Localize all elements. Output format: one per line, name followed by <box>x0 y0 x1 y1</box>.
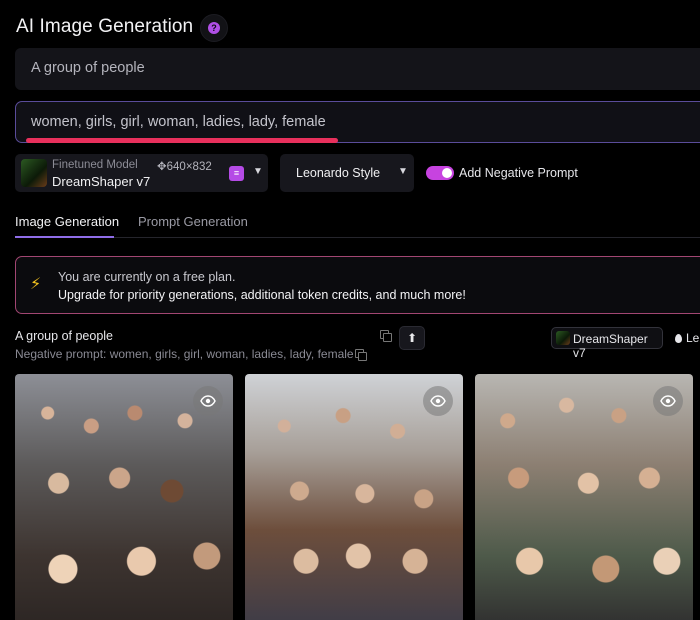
style-select[interactable]: Leonardo Style ▼ <box>280 154 414 192</box>
model-chip: DreamShaper v7 <box>551 327 663 360</box>
copy-icon[interactable] <box>380 330 392 342</box>
model-chip-thumbnail <box>556 331 570 345</box>
model-thumbnail <box>21 159 47 187</box>
style-chip: Le <box>675 331 699 345</box>
model-dimensions: ✥640×832 <box>157 161 212 173</box>
generation-prompt: A group of people <box>15 329 113 343</box>
tab-image-generation[interactable]: Image Generation <box>15 214 119 229</box>
negative-prompt-input[interactable]: women, girls, girl, woman, ladies, lady,… <box>15 101 700 143</box>
drop-icon <box>675 334 682 343</box>
model-settings-icon[interactable]: ≡ <box>229 166 244 181</box>
tab-prompt-generation[interactable]: Prompt Generation <box>138 214 248 229</box>
generated-image[interactable] <box>15 374 233 620</box>
banner-line-2: Upgrade for priority generations, additi… <box>58 288 466 302</box>
generated-image[interactable] <box>475 374 693 620</box>
generation-negative-prompt: Negative prompt: women, girls, girl, wom… <box>15 347 354 361</box>
model-chip-label: DreamShaper v7 <box>573 332 648 360</box>
toggle-knob <box>442 168 452 178</box>
help-button[interactable]: ? <box>200 14 228 42</box>
lightning-icon: ⚡ <box>30 276 42 293</box>
model-label: Finetuned Model <box>52 159 138 171</box>
prompt-text: A group of people <box>31 60 145 76</box>
negative-prompt-toggle-label: Add Negative Prompt <box>459 166 578 180</box>
model-name: DreamShaper v7 <box>52 174 151 189</box>
tab-divider <box>15 237 700 238</box>
page-title: AI Image Generation <box>16 16 194 37</box>
chevron-down-icon: ▼ <box>398 166 408 177</box>
arrow-up-icon[interactable]: ⬆ <box>399 326 425 350</box>
chevron-down-icon: ▼ <box>253 166 263 177</box>
eye-icon[interactable] <box>653 386 683 416</box>
negative-prompt-text: women, girls, girl, woman, ladies, lady,… <box>31 114 326 130</box>
prompt-input[interactable]: A group of people <box>15 48 700 90</box>
highlight-underline <box>26 138 338 143</box>
upgrade-banner[interactable]: ⚡ You are currently on a free plan. Upgr… <box>15 256 700 314</box>
copy-icon[interactable] <box>355 349 367 361</box>
tab-active-indicator <box>15 236 114 238</box>
eye-icon[interactable] <box>423 386 453 416</box>
question-icon: ? <box>208 22 220 34</box>
negative-prompt-toggle[interactable] <box>426 166 454 180</box>
eye-icon[interactable] <box>193 386 223 416</box>
banner-line-1: You are currently on a free plan. <box>58 270 236 284</box>
style-value: Leonardo Style <box>296 166 381 180</box>
generated-image[interactable] <box>245 374 463 620</box>
model-select[interactable]: Finetuned Model ✥640×832 DreamShaper v7 … <box>15 154 268 192</box>
